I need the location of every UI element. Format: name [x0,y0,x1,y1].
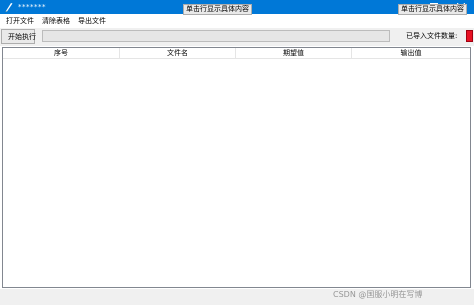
toolbar: 开始执行 已导入文件数量: [0,28,474,46]
progress-bar [42,30,390,42]
column-header-index[interactable]: 序号 [3,48,120,58]
menu-open-file[interactable]: 打开文件 [6,16,34,26]
column-header-filename[interactable]: 文件名 [120,48,236,58]
menu-clear-table[interactable]: 清除表格 [42,16,70,26]
menu-export-file[interactable]: 导出文件 [78,16,106,26]
status-indicator [466,30,473,42]
show-detail-button-2[interactable]: 单击行显示具体内容 [398,4,467,15]
imported-count-label: 已导入文件数量: [406,32,458,40]
app-icon [5,3,13,12]
start-button[interactable]: 开始执行 [1,29,36,44]
show-detail-button[interactable]: 单击行显示具体内容 [183,4,252,15]
menu-bar: 打开文件 清除表格 导出文件 [0,14,474,28]
bottom-bar [0,289,474,305]
column-header-expected[interactable]: 期望值 [236,48,352,58]
file-table[interactable]: 序号 文件名 期望值 输出值 [2,47,471,288]
column-header-output[interactable]: 输出值 [352,48,470,58]
window-title: ******* [18,3,46,11]
table-header: 序号 文件名 期望值 输出值 [3,48,470,59]
